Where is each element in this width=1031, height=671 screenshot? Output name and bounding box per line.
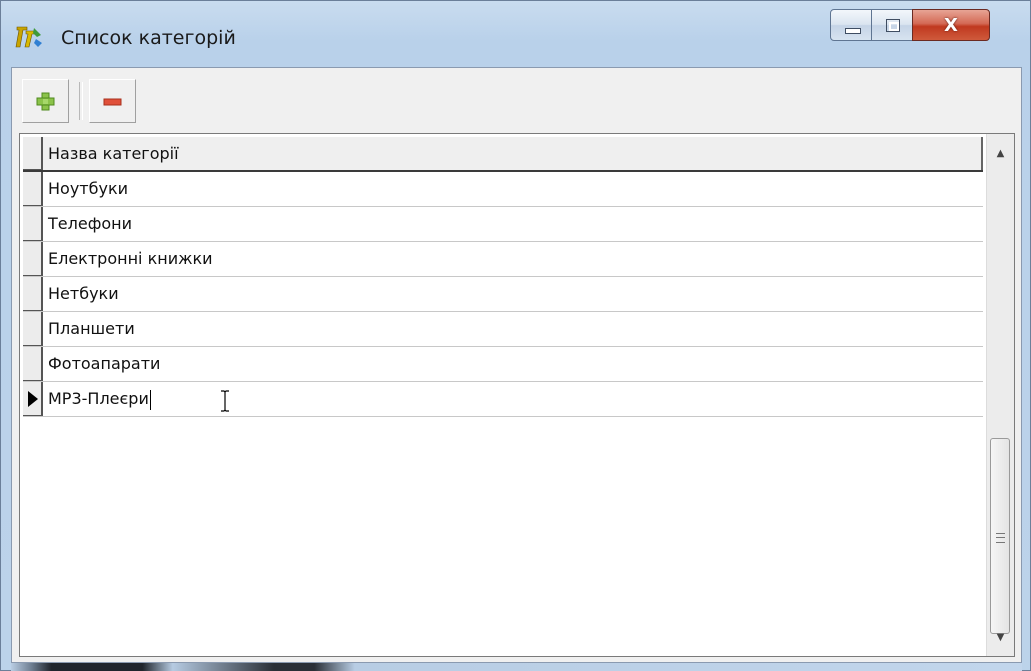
category-cell[interactable]: Нетбуки xyxy=(45,277,983,311)
scroll-down-arrow-icon[interactable]: ▼ xyxy=(987,624,1014,650)
plus-icon xyxy=(36,92,55,111)
minimize-icon xyxy=(845,28,861,34)
maximize-button[interactable] xyxy=(871,9,913,41)
window-title: Список категорій xyxy=(61,27,236,49)
row-indicator[interactable] xyxy=(23,242,43,276)
grid-header-row: Назва категорії xyxy=(23,137,983,172)
cell-edit-text[interactable]: МР3-Плеєри xyxy=(48,389,149,408)
toolbar-separator xyxy=(79,82,83,120)
table-row[interactable]: Планшети xyxy=(23,312,983,347)
table-row-current[interactable]: МР3-Плеєри xyxy=(23,382,983,417)
category-list-window: Список категорій X Назва категорії Ноутб… xyxy=(0,0,1031,671)
minus-icon xyxy=(103,98,122,106)
bottom-border-strip xyxy=(11,663,1022,671)
row-indicator[interactable] xyxy=(23,277,43,311)
scroll-grip-icon xyxy=(996,533,1005,543)
category-cell[interactable]: Телефони xyxy=(45,207,983,241)
current-row-arrow-icon xyxy=(28,391,38,407)
close-button[interactable]: X xyxy=(912,9,990,41)
delete-category-button[interactable] xyxy=(89,79,136,123)
text-caret xyxy=(149,389,151,410)
table-row[interactable]: Електронні книжки xyxy=(23,242,983,277)
client-area: Назва категорії Ноутбуки Телефони Електр… xyxy=(11,67,1022,663)
category-cell[interactable]: Фотоапарати xyxy=(45,347,983,381)
row-indicator[interactable] xyxy=(23,312,43,346)
column-header-category-name[interactable]: Назва категорії xyxy=(45,137,983,170)
table-row[interactable]: Фотоапарати xyxy=(23,347,983,382)
table-row[interactable]: Нетбуки xyxy=(23,277,983,312)
table-row[interactable]: Телефони xyxy=(23,207,983,242)
scroll-thumb[interactable] xyxy=(990,438,1010,634)
row-indicator[interactable] xyxy=(23,172,43,206)
grid-table: Назва категорії Ноутбуки Телефони Електр… xyxy=(23,137,983,417)
category-cell[interactable]: Планшети xyxy=(45,312,983,346)
delphi-app-icon xyxy=(15,26,42,48)
row-indicator[interactable] xyxy=(23,207,43,241)
minimize-button[interactable] xyxy=(830,9,872,41)
add-category-button[interactable] xyxy=(22,79,69,123)
scroll-up-arrow-icon[interactable]: ▲ xyxy=(987,140,1014,166)
category-cell[interactable]: Електронні книжки xyxy=(45,242,983,276)
row-indicator[interactable] xyxy=(23,347,43,381)
title-bar[interactable]: Список категорій X xyxy=(1,1,1030,65)
ibeam-cursor-icon xyxy=(221,390,229,412)
category-grid[interactable]: Назва категорії Ноутбуки Телефони Електр… xyxy=(19,133,1015,657)
vertical-scrollbar[interactable]: ▲ ▼ xyxy=(986,134,1014,656)
maximize-icon xyxy=(886,19,900,32)
table-row[interactable]: Ноутбуки xyxy=(23,172,983,207)
row-indicator[interactable] xyxy=(23,382,43,416)
category-cell[interactable]: Ноутбуки xyxy=(45,172,983,206)
close-icon: X xyxy=(944,14,958,36)
row-indicator[interactable] xyxy=(23,137,43,170)
category-cell-editing[interactable]: МР3-Плеєри xyxy=(45,382,983,416)
